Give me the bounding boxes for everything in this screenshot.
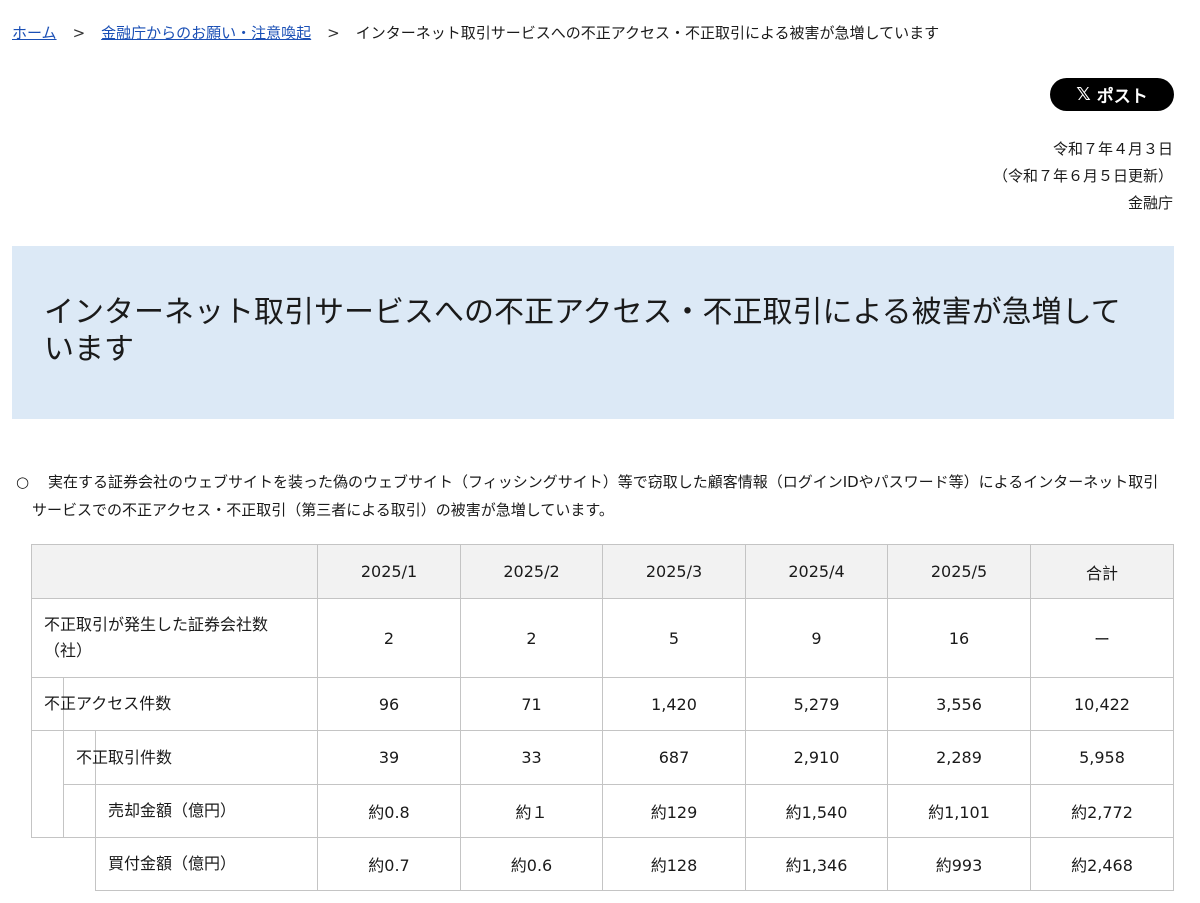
table-row-label: 不正アクセス件数 [31, 677, 318, 731]
table-header-cell: 2025/4 [745, 544, 888, 599]
table-cell: 10,422 [1030, 677, 1174, 731]
table-cell: 約0.7 [317, 837, 461, 891]
table-cell: 約129 [602, 784, 746, 838]
table-cell: 約128 [602, 837, 746, 891]
table-cell: 71 [460, 677, 603, 731]
page-title: インターネット取引サービスへの不正アクセス・不正取引による被害が急増しています [44, 295, 1121, 367]
table-row-label: 買付金額（億円） [95, 837, 318, 891]
table-cell: 約0.6 [460, 837, 603, 891]
table-header-cell: 2025/2 [460, 544, 603, 599]
title-banner: インターネット取引サービスへの不正アクセス・不正取引による被害が急増しています [12, 246, 1174, 419]
breadcrumb-separator: > [327, 23, 340, 42]
breadcrumb-separator: > [72, 23, 86, 42]
damage-statistics-table: 2025/1 2025/2 2025/3 2025/4 2025/5 合計不正取引が発生し… [31, 544, 1174, 891]
table-cell: 2,289 [887, 730, 1031, 785]
table-cell: 約1,101 [887, 784, 1031, 838]
table-header-corner [31, 544, 318, 599]
table-cell: 1,420 [602, 677, 746, 731]
table-cell: 約１ [460, 784, 603, 838]
table-cell: 5,279 [745, 677, 888, 731]
table-cell: 約993 [887, 837, 1031, 891]
table-cell: 約0.8 [317, 784, 461, 838]
table-cell: 約1,540 [745, 784, 888, 838]
table-cell: 16 [887, 598, 1031, 678]
breadcrumb: ホーム > 金融庁からのお願い・注意喚起 > インターネット取引サービスへの不正… [12, 22, 939, 43]
table-row-label: 不正取引件数 [63, 730, 318, 785]
lead-paragraph: ○ 実在する証券会社のウェブサイトを装った偽のウェブサイト（フィッシングサイト）… [16, 468, 1166, 524]
table-cell: 2 [317, 598, 461, 678]
table-cell: 約2,468 [1030, 837, 1174, 891]
breadcrumb-parent-link[interactable]: 金融庁からのお願い・注意喚起 [101, 22, 311, 43]
breadcrumb-current: インターネット取引サービスへの不正アクセス・不正取引による被害が急増しています [355, 24, 940, 42]
table-cell: 3,556 [887, 677, 1031, 731]
table-header-cell: 2025/5 [887, 544, 1031, 599]
table-cell: 9 [745, 598, 888, 678]
table-header-cell: 2025/3 [602, 544, 746, 599]
agency-name: 金融庁 [1127, 194, 1173, 212]
x-post-label: ポスト [1096, 87, 1148, 107]
table-row-label: 不正取引が発生した証券会社数（社） [31, 598, 318, 678]
table-header-cell: 合計 [1030, 544, 1174, 599]
table-row-label: 売却金額（億円） [95, 784, 318, 838]
table-cell: 2,910 [745, 730, 888, 785]
table-header-cell: 2025/1 [317, 544, 461, 599]
table-cell: 39 [317, 730, 461, 785]
lead-text: 実在する証券会社のウェブサイトを装った偽のウェブサイト（フィッシングサイト）等で… [32, 473, 1159, 519]
table-cell: 687 [602, 730, 746, 785]
table-cell: 約1,346 [745, 837, 888, 891]
table-cell: 5,958 [1030, 730, 1174, 785]
breadcrumb-home-link[interactable]: ホーム [12, 22, 57, 43]
publish-date: 令和７年４月３日 [1052, 140, 1173, 158]
table-cell: 5 [602, 598, 746, 678]
update-date: （令和７年６月５日更新） [992, 167, 1173, 185]
table-cell: 約2,772 [1030, 784, 1174, 838]
table-cell: 96 [317, 677, 461, 731]
x-logo-icon: 𝕏 [1076, 84, 1091, 105]
table-cell: 33 [460, 730, 603, 785]
circle-bullet-icon: ○ [16, 473, 30, 491]
table-cell: 2 [460, 598, 603, 678]
x-post-button[interactable]: 𝕏 ポスト [1050, 78, 1174, 111]
publication-meta: 令和７年４月３日 （令和７年６月５日更新） 金融庁 [993, 136, 1173, 217]
table-cell: ー [1030, 598, 1174, 678]
